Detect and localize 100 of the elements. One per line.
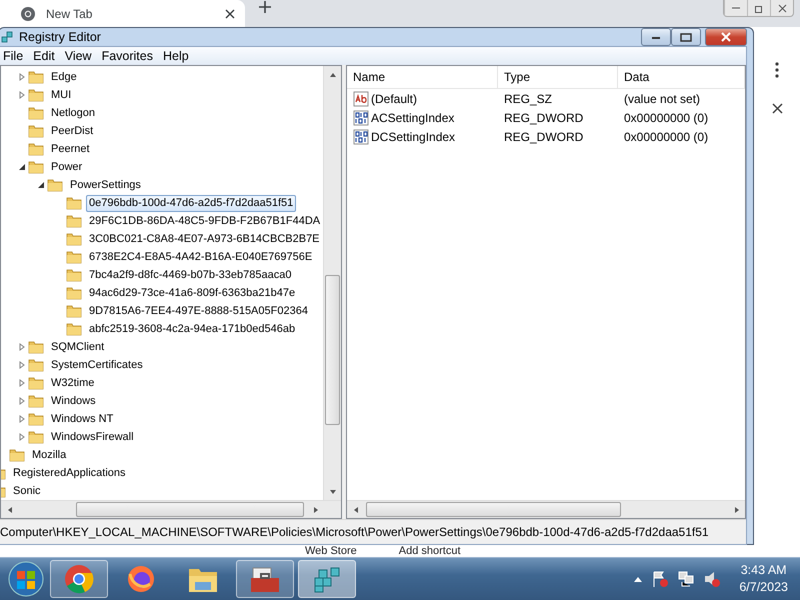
taskbar-button[interactable] <box>298 560 356 598</box>
folder-icon <box>28 87 44 103</box>
scroll-up-arrow-icon[interactable] <box>328 70 336 78</box>
minimize-icon <box>732 7 740 9</box>
table-cell: DCSettingIndex <box>371 130 456 144</box>
tree-item[interactable]: 7bc4a2f9-d8fc-4469-b07b-33eb785aaca0 <box>86 266 294 284</box>
vertical-scrollbar[interactable] <box>323 66 341 500</box>
table-cell-text: REG_DWORD <box>503 128 584 146</box>
browser-tab[interactable]: New Tab <box>0 0 245 27</box>
tree-item[interactable]: Power <box>48 158 86 176</box>
table-cell-text: REG_DWORD <box>503 110 584 126</box>
tree-item[interactable]: Peernet <box>48 140 93 158</box>
collapsed-arrow-icon[interactable] <box>18 73 26 81</box>
binary-value-icon <box>353 110 369 126</box>
column-header[interactable]: Data <box>618 66 745 89</box>
scroll-down-arrow-icon[interactable] <box>328 488 336 496</box>
close-icon <box>778 4 786 12</box>
close-button[interactable] <box>705 28 747 46</box>
chrome-icon <box>20 6 36 22</box>
close-icon[interactable] <box>772 103 782 114</box>
column-header[interactable]: Name <box>347 66 498 89</box>
folder-icon <box>66 267 82 283</box>
tree-item[interactable]: Windows <box>48 392 99 410</box>
close-icon <box>720 32 732 42</box>
scroll-left-arrow-icon[interactable] <box>352 506 360 514</box>
collapsed-arrow-icon[interactable] <box>18 361 26 369</box>
folder-icon <box>28 105 44 121</box>
menu-item[interactable]: File <box>0 47 30 65</box>
tree-item[interactable]: PeerDist <box>48 122 96 140</box>
tree-item[interactable]: 94ac6d29-73ce-41a6-809f-6363ba21b47e <box>86 284 298 302</box>
tree-item[interactable]: W32time <box>48 374 98 392</box>
tree-item[interactable]: RegisteredApplications <box>10 464 129 482</box>
folder-icon <box>28 123 44 139</box>
window-title: Registry Editor <box>19 30 102 44</box>
cubes-icon <box>1 29 15 45</box>
tree-item[interactable]: 0e796bdb-100d-47d6-a2d5-f7d2daa51f51 <box>86 194 296 212</box>
close-icon[interactable] <box>225 8 235 18</box>
collapsed-arrow-icon[interactable] <box>18 397 26 405</box>
table-cell: ACSettingIndex <box>371 110 454 124</box>
menu-item[interactable]: Favorites <box>98 47 160 65</box>
menu-item[interactable]: Help <box>160 47 196 65</box>
tree-item[interactable]: WindowsFirewall <box>48 428 137 446</box>
folder-icon <box>28 375 44 391</box>
collapsed-arrow-icon[interactable] <box>18 91 26 99</box>
collapsed-arrow-icon[interactable] <box>18 433 26 441</box>
scroll-right-arrow-icon[interactable] <box>732 506 740 514</box>
expanded-arrow-icon[interactable] <box>37 181 45 189</box>
scroll-right-arrow-icon[interactable] <box>312 506 320 514</box>
scroll-left-arrow-icon[interactable] <box>6 506 14 514</box>
minimize-icon <box>651 34 661 40</box>
network-icon[interactable] <box>677 570 696 588</box>
minimize-button[interactable] <box>641 28 671 46</box>
collapsed-arrow-icon[interactable] <box>18 415 26 423</box>
start-orb-icon[interactable] <box>6 559 46 599</box>
flag-icon[interactable] <box>651 570 670 588</box>
tree-item[interactable]: SQMClient <box>48 338 108 356</box>
tree-item[interactable]: MUI <box>48 86 74 104</box>
collapsed-arrow-icon[interactable] <box>18 379 26 387</box>
collapsed-arrow-icon[interactable] <box>18 343 26 351</box>
shortcut-label[interactable]: Add shortcut <box>398 545 461 557</box>
tree-item[interactable]: Netlogon <box>48 104 98 122</box>
clock[interactable]: 3:43 AM 6/7/2023 <box>739 562 788 596</box>
tree-item[interactable]: Windows NT <box>48 410 116 428</box>
plus-icon[interactable] <box>259 1 271 13</box>
expanded-arrow-icon[interactable] <box>18 163 26 171</box>
folder-icon <box>28 357 44 373</box>
maximize-icon <box>680 32 692 42</box>
tree-item[interactable]: Mozilla <box>29 446 70 464</box>
more-options-icon[interactable] <box>775 62 779 78</box>
horizontal-scrollbar[interactable] <box>347 500 745 518</box>
folder-icon <box>66 195 82 211</box>
table-cell-text: REG_SZ <box>503 90 554 108</box>
taskbar-button[interactable] <box>50 560 108 598</box>
maximize-button[interactable] <box>671 28 701 46</box>
tree-item[interactable]: 29F6C1DB-86DA-48C5-9FDB-F2B67B1F44DA <box>86 212 323 230</box>
folder-icon <box>66 249 82 265</box>
menu-item[interactable]: Edit <box>30 47 62 65</box>
tree-item[interactable]: Sonic <box>10 482 44 500</box>
folder-icon <box>28 141 44 157</box>
tree-item[interactable]: Edge <box>48 68 80 86</box>
column-header[interactable]: Type <box>498 66 618 89</box>
shortcut-label[interactable]: Web Store <box>305 545 357 557</box>
menu-item[interactable]: View <box>62 47 99 65</box>
folder-icon <box>66 321 82 337</box>
tree-item[interactable]: 6738E2C4-E8A5-4A42-B16A-E040E769756E <box>86 248 316 266</box>
restore-icon <box>754 4 764 12</box>
tree-item[interactable]: 9D7815A6-7EE4-497E-8888-515A05F02364 <box>86 302 311 320</box>
taskbar-button[interactable] <box>236 560 294 598</box>
tree-item[interactable]: PowerSettings <box>67 176 144 194</box>
tree-item[interactable]: 3C0BC021-C8A8-4E07-A973-6B14CBCB2B7E <box>86 230 323 248</box>
horizontal-scrollbar[interactable] <box>1 500 341 518</box>
speaker-icon[interactable] <box>703 570 722 588</box>
tree-item[interactable]: abfc2519-3608-4c2a-94ea-171b0ed546ab <box>86 320 298 338</box>
show-hidden-icons-icon[interactable] <box>633 575 644 583</box>
folder-icon <box>28 339 44 355</box>
table-cell-text: (value not set) <box>623 90 702 108</box>
folder-icon <box>28 393 44 409</box>
firefox-icon <box>126 564 156 594</box>
folder-icon <box>47 177 63 193</box>
tree-item[interactable]: SystemCertificates <box>48 356 146 374</box>
